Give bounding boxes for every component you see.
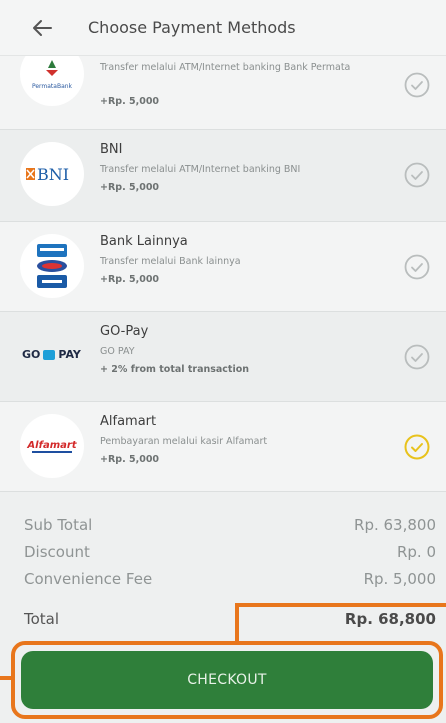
total-label: Total: [24, 610, 60, 628]
check-circle-icon[interactable]: [404, 344, 430, 370]
checkout-highlight: CHECKOUT: [11, 641, 443, 719]
payment-method-gopay[interactable]: GO PAY GO-Pay GO PAY + 2% from total tra…: [0, 312, 446, 402]
method-name: Alfamart: [100, 414, 157, 429]
subtotal-row: Sub Total Rp. 63,800: [24, 516, 436, 534]
back-button[interactable]: [22, 8, 62, 48]
highlight-line: [235, 603, 446, 607]
payment-method-alfamart[interactable]: Alfamart Alfamart Pembayaran melalui kas…: [0, 402, 446, 492]
svg-text:PermataBank: PermataBank: [32, 83, 73, 90]
method-name: BNI: [100, 142, 123, 157]
check-circle-icon[interactable]: [404, 72, 430, 98]
permata-logo: PermataBank: [20, 56, 84, 106]
method-description: Transfer melalui ATM/Internet banking BN…: [100, 164, 301, 175]
method-description: Transfer melalui Bank lainnya: [100, 256, 241, 267]
checkout-button[interactable]: CHECKOUT: [21, 651, 433, 709]
check-circle-icon[interactable]: [404, 254, 430, 280]
bank-network-logo: [20, 234, 84, 298]
total-value: Rp. 68,800: [344, 610, 436, 628]
payment-method-bank-lainnya[interactable]: Bank Lainnya Transfer melalui Bank lainn…: [0, 222, 446, 312]
page-title: Choose Payment Methods: [88, 18, 296, 37]
gopay-logo: GO PAY: [22, 348, 81, 361]
method-fee: +Rp. 5,000: [100, 182, 160, 193]
subtotal-value: Rp. 63,800: [354, 516, 436, 534]
method-name: Bank Lainnya: [100, 234, 188, 249]
method-fee: +Rp. 5,000: [100, 454, 160, 465]
convenience-fee-label: Convenience Fee: [24, 570, 153, 588]
method-fee: + 2% from total transaction: [100, 364, 250, 375]
method-description: Transfer melalui ATM/Internet banking Ba…: [100, 62, 351, 73]
payment-method-bni[interactable]: BNI BNI Transfer melalui ATM/Internet ba…: [0, 130, 446, 222]
method-name: GO-Pay: [100, 324, 149, 339]
payment-method-list[interactable]: PermataBank Transfer melalui ATM/Interne…: [0, 56, 446, 492]
check-circle-icon-selected[interactable]: [404, 434, 430, 460]
convenience-fee-row: Convenience Fee Rp. 5,000: [24, 570, 436, 588]
payment-method-permata[interactable]: PermataBank Transfer melalui ATM/Interne…: [0, 56, 446, 130]
method-description: Pembayaran melalui kasir Alfamart: [100, 436, 268, 447]
app-header: Choose Payment Methods: [0, 0, 446, 56]
convenience-fee-value: Rp. 5,000: [363, 570, 436, 588]
back-arrow-icon: [33, 19, 52, 36]
check-circle-icon[interactable]: [404, 162, 430, 188]
discount-label: Discount: [24, 543, 90, 561]
svg-text:Alfamart: Alfamart: [26, 440, 77, 451]
method-fee: +Rp. 5,000: [100, 96, 160, 107]
method-description: GO PAY: [100, 346, 135, 357]
method-fee: +Rp. 5,000: [100, 274, 160, 285]
discount-value: Rp. 0: [396, 543, 436, 561]
discount-row: Discount Rp. 0: [24, 543, 436, 561]
highlight-line: [235, 605, 239, 645]
bni-logo: BNI: [20, 142, 84, 206]
alfamart-logo: Alfamart: [20, 414, 84, 478]
subtotal-label: Sub Total: [24, 516, 93, 534]
svg-text:BNI: BNI: [37, 165, 69, 184]
total-row: Total Rp. 68,800: [24, 610, 436, 628]
